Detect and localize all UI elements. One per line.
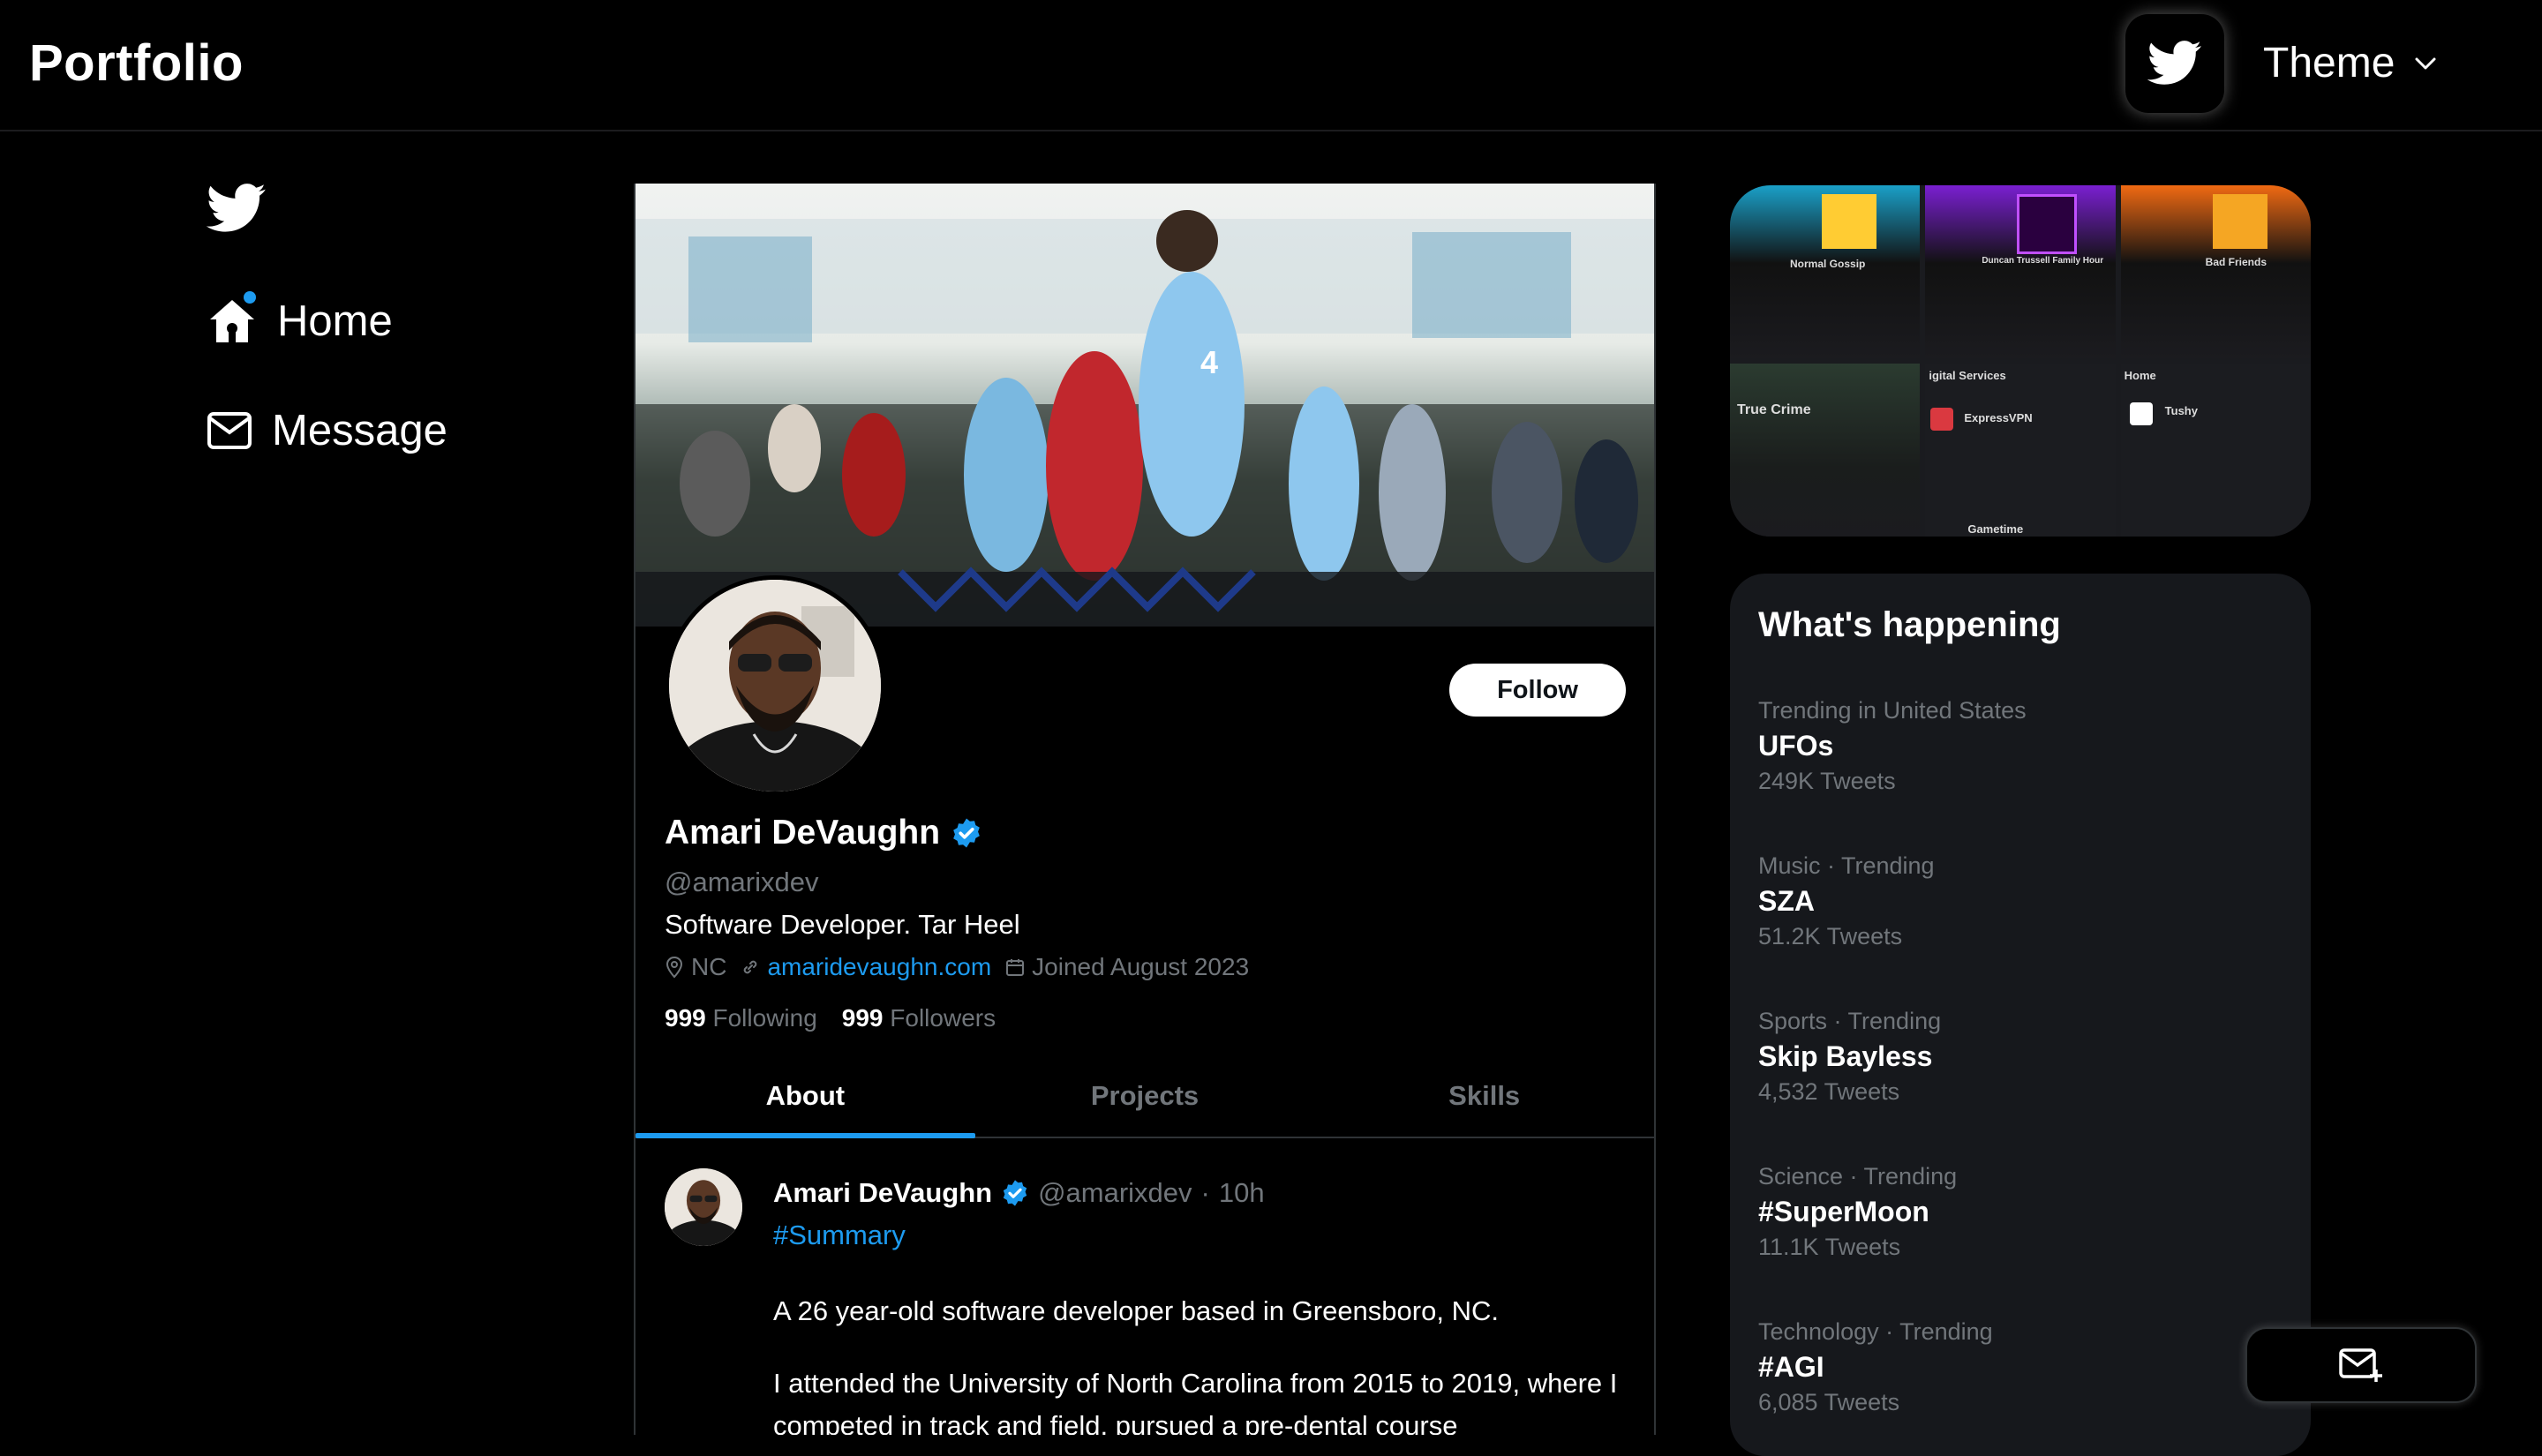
follow-button[interactable]: Follow xyxy=(1449,664,1626,717)
tab-projects[interactable]: Projects xyxy=(975,1055,1315,1137)
trend-count: 4,532 Tweets xyxy=(1758,1078,1900,1105)
joined-text: Joined August 2023 xyxy=(1032,953,1250,980)
link-icon xyxy=(744,960,757,974)
twitter-bird-icon xyxy=(2147,41,2201,85)
tweet-hashtag[interactable]: #Summary xyxy=(773,1220,906,1251)
calendar-icon xyxy=(1006,959,1025,976)
cover-art xyxy=(2212,194,2267,249)
compose-message-button[interactable] xyxy=(2245,1327,2477,1403)
location-text: NC xyxy=(691,953,727,980)
trend-count: 6,085 Tweets xyxy=(1758,1389,1900,1415)
collage-cell-bad-friends: Bad Friends xyxy=(2120,185,2311,358)
tweet-header: Amari DeVaughn @amarixdev · 10h xyxy=(773,1177,1265,1209)
whats-happening-panel: What's happening Trending in United Stat… xyxy=(1730,574,2311,1456)
trend-item[interactable]: Technology · Trending #AGI 6,085 Tweets xyxy=(1758,1318,1993,1416)
profile-avatar[interactable] xyxy=(665,575,885,796)
trend-context: Technology · Trending xyxy=(1758,1318,1993,1345)
collage-cell-true-crime: True Crime xyxy=(1730,364,1921,537)
tweet-author-name[interactable]: Amari DeVaughn xyxy=(773,1177,992,1209)
collage-cell-digital-services: igital Services ExpressVPN Gametime xyxy=(1925,364,2116,537)
following-count[interactable]: 999 Following xyxy=(665,1004,817,1032)
trend-name: #SuperMoon xyxy=(1758,1196,1929,1227)
verified-badge-icon xyxy=(1003,1180,1027,1206)
tweet-separator: · xyxy=(1200,1177,1210,1208)
panel-title: What's happening xyxy=(1758,605,2061,644)
profile-name-text: Amari DeVaughn xyxy=(665,814,941,852)
profile-bio: Software Developer. Tar Heel xyxy=(665,909,1020,940)
tweet-avatar[interactable] xyxy=(665,1168,742,1246)
profile-column: 4 Follow Amari DeVaughn @amarixdev Softw… xyxy=(634,184,1656,1435)
collage-sublabel: ExpressVPN xyxy=(1964,411,2033,424)
top-bar: Portfolio Theme xyxy=(0,0,2542,131)
trend-count: 51.2K Tweets xyxy=(1758,923,1903,949)
tab-skills[interactable]: Skills xyxy=(1314,1055,1654,1137)
profile-meta: NC amaridevaughn.com Joined August 2023 xyxy=(665,953,1249,981)
twitter-bird-icon xyxy=(206,184,266,232)
collage-label: Home xyxy=(2124,369,2156,382)
expressvpn-icon xyxy=(1930,408,1954,431)
collage-label: True Crime xyxy=(1737,402,1811,417)
cover-art xyxy=(1822,194,1876,249)
cover-art xyxy=(2017,194,2078,254)
tushy-icon xyxy=(2129,402,2153,425)
tweet-body: A 26 year-old software developer based i… xyxy=(773,1290,1621,1435)
trend-item[interactable]: Music · Trending SZA 51.2K Tweets xyxy=(1758,852,1935,950)
location-pin-icon xyxy=(666,956,683,979)
sidebar-item-label: Message xyxy=(272,407,447,454)
theme-dropdown[interactable]: Theme xyxy=(2263,39,2437,87)
profile-location: NC xyxy=(665,953,726,981)
tab-about[interactable]: About xyxy=(636,1055,975,1138)
trend-context: Sports · Trending xyxy=(1758,1008,1942,1034)
svg-text:4: 4 xyxy=(1200,344,1218,380)
profile-tabs: About Projects Skills xyxy=(636,1055,1654,1138)
collage-sublabel: Tushy xyxy=(2164,404,2198,417)
follow-counts: 999 Following 999 Followers xyxy=(665,1004,996,1032)
collage-label: Bad Friends xyxy=(2205,256,2267,268)
collage-label: Normal Gossip xyxy=(1790,258,1866,270)
tweet-paragraph: A 26 year-old software developer based i… xyxy=(773,1295,1499,1326)
trend-context: Trending in United States xyxy=(1758,697,2027,724)
trend-count: 249K Tweets xyxy=(1758,768,1896,794)
collage-cell-duncan: Duncan Trussell Family Hour xyxy=(1925,185,2116,358)
sidebar-item-message[interactable]: Message xyxy=(207,406,447,455)
followers-count[interactable]: 999 Followers xyxy=(842,1004,996,1032)
twitter-button[interactable] xyxy=(2125,14,2224,113)
theme-label: Theme xyxy=(2263,40,2395,86)
trend-item[interactable]: Trending in United States UFOs 249K Twee… xyxy=(1758,697,2027,795)
profile-name: Amari DeVaughn xyxy=(665,814,982,852)
profile-website[interactable]: amaridevaughn.com xyxy=(741,953,991,981)
collage-cell-normal-gossip: Normal Gossip xyxy=(1730,185,1921,358)
tweet-time[interactable]: 10h xyxy=(1219,1177,1265,1209)
notification-dot xyxy=(244,291,256,304)
compose-mail-icon xyxy=(2339,1348,2382,1382)
chevron-down-icon xyxy=(2415,57,2436,69)
profile-banner-image: 4 xyxy=(636,184,1654,627)
trend-context: Science · Trending xyxy=(1758,1163,1958,1190)
mail-icon xyxy=(207,412,252,449)
home-icon xyxy=(207,291,258,346)
collage-label: igital Services xyxy=(1929,369,2006,382)
collage-sublabel: Gametime xyxy=(1967,522,2024,536)
sidebar-logo[interactable] xyxy=(206,184,267,238)
podcast-collage-image[interactable]: Normal Gossip Duncan Trussell Family Hou… xyxy=(1730,185,2311,537)
website-link[interactable]: amaridevaughn.com xyxy=(767,953,991,981)
trend-name: SZA xyxy=(1758,885,1815,917)
collage-cell-home: Home Tushy xyxy=(2120,364,2311,537)
trend-context: Music · Trending xyxy=(1758,852,1935,879)
trend-name: #AGI xyxy=(1758,1351,1824,1383)
verified-badge-icon xyxy=(953,818,980,848)
sidebar-item-home[interactable]: Home xyxy=(207,291,393,346)
trend-name: UFOs xyxy=(1758,730,1834,762)
tweet-author-handle[interactable]: @amarixdev xyxy=(1038,1177,1192,1209)
trend-item[interactable]: Sports · Trending Skip Bayless 4,532 Twe… xyxy=(1758,1008,1941,1106)
trend-name: Skip Bayless xyxy=(1758,1040,1933,1072)
profile-handle: @amarixdev xyxy=(665,867,819,897)
profile-joined: Joined August 2023 xyxy=(1005,953,1249,981)
trend-count: 11.1K Tweets xyxy=(1758,1234,1901,1260)
tweet-paragraph: I attended the University of North Carol… xyxy=(773,1368,1618,1435)
sidebar-item-label: Home xyxy=(277,297,393,345)
trend-item[interactable]: Science · Trending #SuperMoon 11.1K Twee… xyxy=(1758,1163,1957,1261)
collage-label: Duncan Trussell Family Hour xyxy=(1982,256,2104,266)
brand-title[interactable]: Portfolio xyxy=(29,34,244,93)
